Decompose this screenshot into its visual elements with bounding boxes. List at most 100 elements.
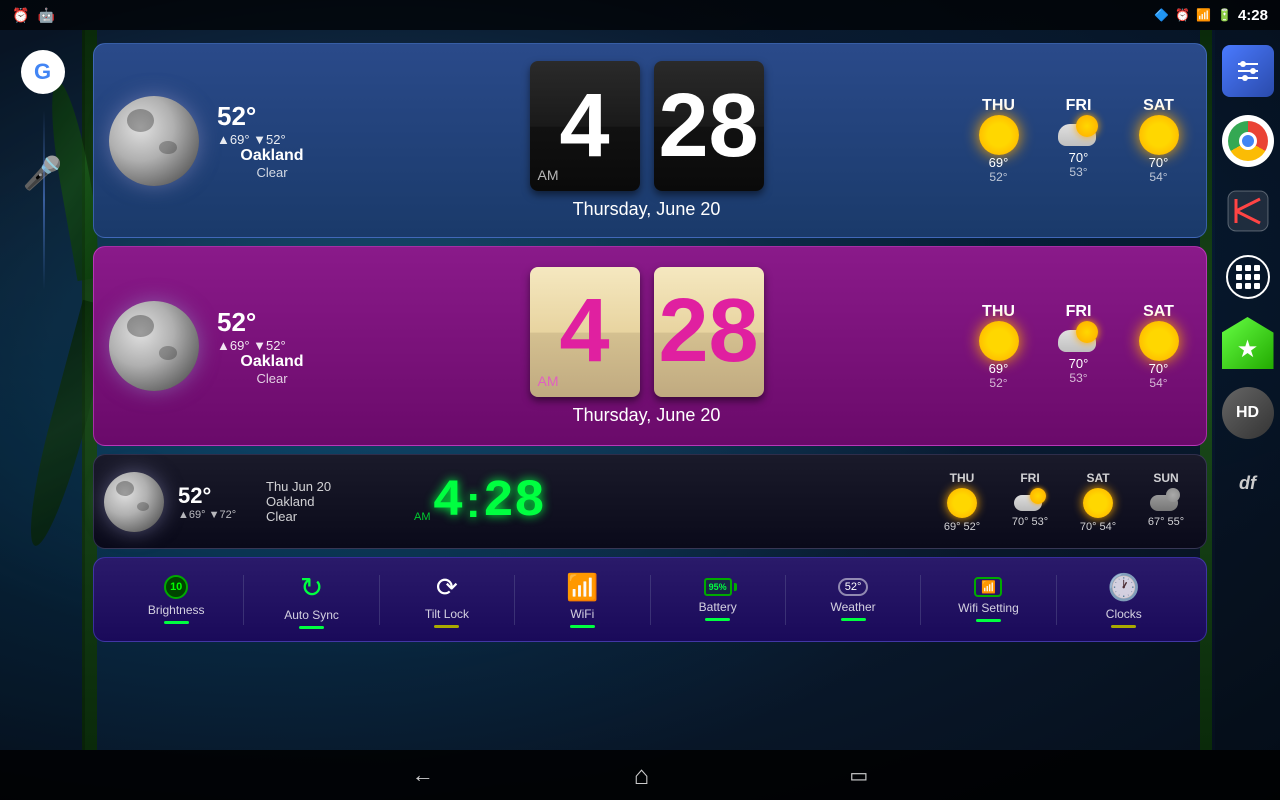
wifi-icon: 📶 bbox=[566, 572, 598, 603]
back-button[interactable]: ← bbox=[412, 762, 434, 788]
weather-badge: 52° bbox=[838, 578, 869, 596]
grid-dot bbox=[1245, 283, 1251, 289]
date-w3: Thu Jun 20 bbox=[266, 479, 396, 494]
low-fri-w1: 53° bbox=[1069, 165, 1087, 179]
weather-indicator bbox=[841, 618, 866, 621]
tilt-lock-control[interactable]: ⟳ Tilt Lock bbox=[380, 567, 514, 633]
moon-widget2 bbox=[109, 301, 199, 391]
w3-temps-sun: 67° 55° bbox=[1148, 516, 1184, 528]
auto-sync-icon: ↻ bbox=[300, 571, 323, 604]
flip-min-num-w1: 28 bbox=[658, 81, 758, 171]
wifi-indicator bbox=[570, 625, 595, 628]
settings-app-icon[interactable] bbox=[1222, 45, 1274, 97]
clocks-icon: 🕐 bbox=[1108, 572, 1140, 603]
grid-dot bbox=[1236, 283, 1242, 289]
widget-2-purple[interactable]: 52° ▲69° ▼52° Oakland Clear AM 4 28 Thur… bbox=[93, 246, 1207, 446]
low-sat-w1: 54° bbox=[1149, 170, 1167, 184]
brightness-badge: 10 bbox=[164, 575, 188, 599]
wifi-control[interactable]: 📶 WiFi bbox=[515, 567, 649, 633]
star-app-icon[interactable] bbox=[1222, 317, 1274, 369]
high-sat-w1: 70° bbox=[1149, 155, 1169, 170]
forecast-w1: THU 69° 52° FRI 70° 53° SAT 70° 54° bbox=[966, 97, 1191, 184]
home-button[interactable]: ⌂ bbox=[634, 760, 650, 791]
df-app-icon[interactable]: df bbox=[1222, 457, 1274, 509]
flip-clock-w1: AM 4 28 bbox=[530, 61, 764, 191]
main-content: 52° ▲69° ▼52° Oakland Clear AM 4 28 Thur… bbox=[85, 35, 1215, 745]
brightness-icon: 10 bbox=[164, 575, 188, 599]
temp-range-w1: ▲69° ▼52° bbox=[217, 132, 327, 147]
condition-w1: Clear bbox=[217, 165, 327, 180]
date-loc-w3: Thu Jun 20 Oakland Clear bbox=[266, 479, 396, 524]
flip-hour-w2: AM 4 bbox=[530, 267, 640, 397]
digital-colon-w3: : bbox=[466, 476, 481, 528]
sun-thu-w2 bbox=[979, 321, 1019, 361]
high-thu-w1: 69° bbox=[989, 155, 1009, 170]
flip-min-w2: 28 bbox=[654, 267, 764, 397]
battery-indicator bbox=[705, 618, 730, 621]
w3-sat: SAT 70° 54° bbox=[1068, 471, 1128, 533]
battery-body: 95% bbox=[704, 578, 732, 596]
date-w1: Thursday, June 20 bbox=[573, 199, 721, 220]
battery-pct: 95% bbox=[709, 582, 727, 592]
moon-widget1 bbox=[109, 96, 199, 186]
temp-w1: 52° bbox=[217, 101, 327, 132]
grid-dot bbox=[1254, 283, 1260, 289]
grid-dot bbox=[1245, 274, 1251, 280]
sun-behind-cloud bbox=[1076, 115, 1098, 137]
day-thu-w1: THU bbox=[982, 97, 1015, 115]
day-fri-w1: FRI bbox=[1066, 97, 1092, 115]
forecast-day-thu-w1: THU 69° 52° bbox=[966, 97, 1031, 184]
forecast-day-fri-w1: FRI 70° 53° bbox=[1046, 97, 1111, 184]
forecast-day-sat-w1: SAT 70° 54° bbox=[1126, 97, 1191, 184]
weather-label: Weather bbox=[830, 600, 875, 614]
forecast-w3: THU 69° 52° FRI 70° 53° SAT 70° 54° SUN bbox=[932, 471, 1196, 533]
forecast-day-fri-w2: FRI 70° 53° bbox=[1046, 303, 1111, 390]
w3-sun-sat bbox=[1083, 488, 1113, 518]
sliders-svg bbox=[1233, 56, 1263, 86]
clocks-control[interactable]: 🕐 Clocks bbox=[1057, 567, 1191, 633]
temp-w3: 52° bbox=[178, 483, 258, 509]
battery-tip bbox=[734, 583, 737, 591]
wifi-setting-control[interactable]: 📶 Wifi Setting bbox=[921, 572, 1055, 627]
temp-w2: 52° bbox=[217, 307, 327, 338]
weather-left-w1: 52° ▲69° ▼52° Oakland Clear bbox=[217, 101, 327, 180]
temp-info-w3: 52° ▲69° ▼72° bbox=[178, 483, 258, 521]
recent-button[interactable]: ▭ bbox=[849, 763, 868, 788]
weather-control[interactable]: 52° Weather bbox=[786, 573, 920, 626]
flip-clock-w2: AM 4 28 bbox=[530, 267, 764, 397]
brightness-control[interactable]: 10 Brightness bbox=[109, 570, 243, 629]
wifi-label: WiFi bbox=[570, 607, 594, 621]
tilt-lock-indicator bbox=[434, 625, 459, 628]
google-search-icon[interactable]: G bbox=[21, 50, 65, 94]
hd-app-icon[interactable]: HD bbox=[1222, 387, 1274, 439]
low-fri-w2: 53° bbox=[1069, 371, 1087, 385]
low-thu-w2: 52° bbox=[989, 376, 1007, 390]
plane-app-icon[interactable] bbox=[1222, 185, 1274, 237]
widget-1-blue[interactable]: 52° ▲69° ▼52° Oakland Clear AM 4 28 Thur… bbox=[93, 43, 1207, 238]
grid-app-icon[interactable] bbox=[1226, 255, 1270, 299]
clocks-label: Clocks bbox=[1106, 607, 1142, 621]
chrome-app-icon[interactable] bbox=[1222, 115, 1274, 167]
battery-control[interactable]: 95% Battery bbox=[651, 573, 785, 626]
grid-dot bbox=[1236, 274, 1242, 280]
flip-hour-num-w2: 4 bbox=[559, 280, 609, 383]
widget-4-controls: 10 Brightness ↻ Auto Sync ⟳ Tilt Lock 📶 … bbox=[93, 557, 1207, 642]
partly-cloudy-fri-w1 bbox=[1058, 115, 1100, 150]
sun-sat-w2 bbox=[1139, 321, 1179, 361]
w3-day-sat: SAT bbox=[1086, 471, 1109, 485]
widget-3-dark[interactable]: 52° ▲69° ▼72° Thu Jun 20 Oakland Clear A… bbox=[93, 454, 1207, 549]
w3-temps-thu: 69° 52° bbox=[944, 521, 980, 533]
weather-left-w2: 52° ▲69° ▼52° Oakland Clear bbox=[217, 307, 327, 386]
auto-sync-control[interactable]: ↻ Auto Sync bbox=[244, 566, 378, 634]
date-w2: Thursday, June 20 bbox=[573, 405, 721, 426]
chrome-ring bbox=[1228, 121, 1268, 161]
battery-status-icon: 🔋 bbox=[1217, 8, 1232, 22]
digital-hour-w3: 4 bbox=[433, 472, 464, 531]
flip-min-num-w2: 28 bbox=[658, 280, 758, 383]
temp-range-w2: ▲69° ▼52° bbox=[217, 338, 327, 353]
auto-sync-indicator bbox=[299, 626, 324, 629]
w3-temps-sat: 70° 54° bbox=[1080, 521, 1116, 533]
day-fri-w2: FRI bbox=[1066, 303, 1092, 321]
chrome-inner bbox=[1239, 132, 1257, 150]
w3-sun-thu bbox=[947, 488, 977, 518]
